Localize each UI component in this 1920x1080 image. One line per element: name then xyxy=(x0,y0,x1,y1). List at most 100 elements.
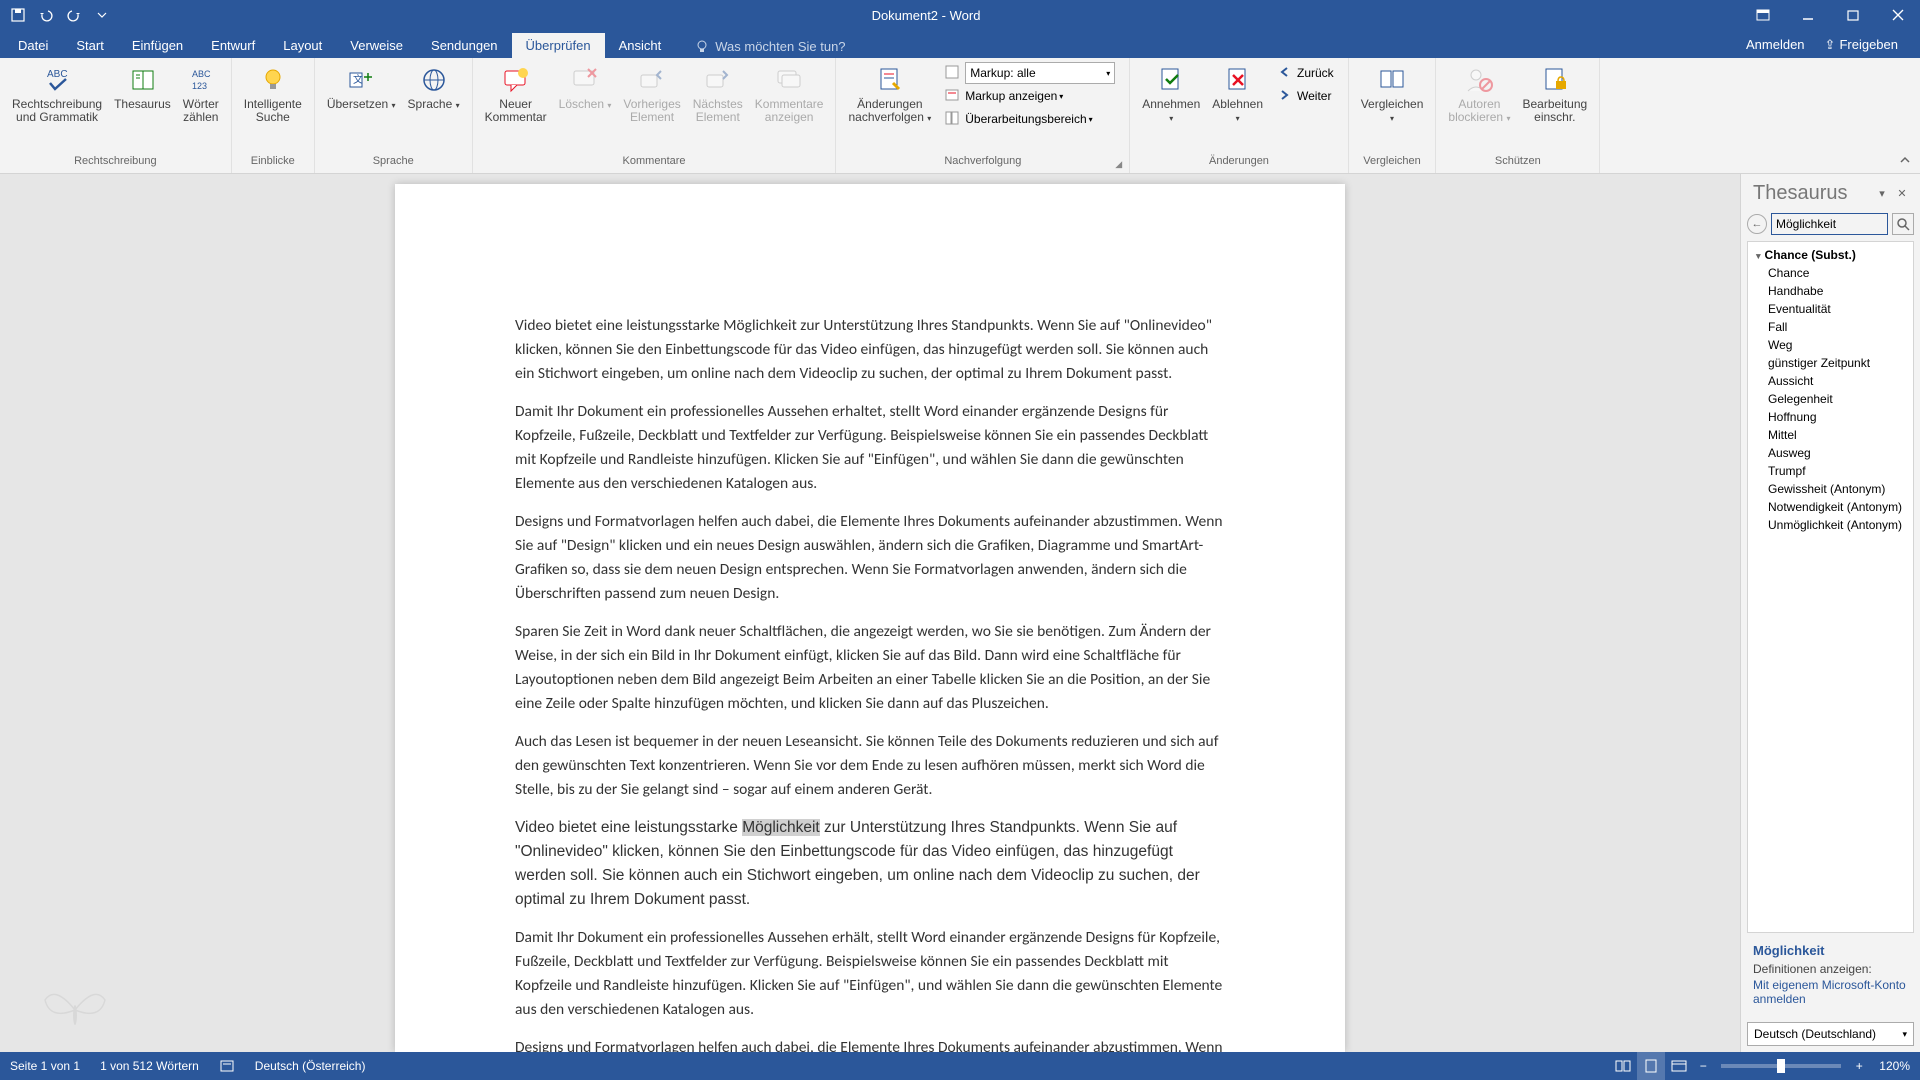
block-icon xyxy=(1463,64,1495,96)
paragraph[interactable]: Video bietet eine leistungsstarke Möglic… xyxy=(515,314,1225,386)
reviewing-pane-button[interactable]: Überarbeitungsbereich ▾ xyxy=(941,108,1119,130)
zoom-handle[interactable] xyxy=(1777,1059,1785,1073)
thesaurus-search-input[interactable]: Möglichkeit xyxy=(1771,213,1888,235)
tab-review[interactable]: Überprüfen xyxy=(512,33,605,58)
paragraph[interactable]: Damit Ihr Dokument ein professionelles A… xyxy=(515,400,1225,496)
wordcount-button[interactable]: ABC123 Wörter zählen xyxy=(177,62,225,153)
thesaurus-button[interactable]: Thesaurus xyxy=(108,62,177,153)
signin-link[interactable]: Anmelden xyxy=(1736,32,1815,58)
forward-button[interactable]: Weiter xyxy=(1273,85,1338,107)
reject-button[interactable]: Ablehnen▾ xyxy=(1206,62,1269,153)
search-icon[interactable] xyxy=(1892,213,1914,235)
pane-options-icon[interactable]: ▾ xyxy=(1874,186,1890,202)
accept-button[interactable]: Annehmen▾ xyxy=(1136,62,1206,153)
zoom-level[interactable]: 120% xyxy=(1869,1059,1920,1073)
qat-customize-icon[interactable] xyxy=(92,5,112,25)
thesaurus-item[interactable]: Unmöglichkeit (Antonym) xyxy=(1748,516,1913,534)
tab-mailings[interactable]: Sendungen xyxy=(417,33,512,58)
tab-insert[interactable]: Einfügen xyxy=(118,33,197,58)
tab-home[interactable]: Start xyxy=(62,33,117,58)
read-mode-icon[interactable] xyxy=(1609,1052,1637,1080)
tab-references[interactable]: Verweise xyxy=(336,33,417,58)
title-bar: Dokument2 - Word xyxy=(0,0,1920,30)
close-icon[interactable] xyxy=(1875,0,1920,30)
zoom-slider[interactable] xyxy=(1721,1064,1841,1068)
back-button[interactable]: Zurück xyxy=(1273,62,1338,84)
thesaurus-item[interactable]: Chance xyxy=(1748,264,1913,282)
spelling-button[interactable]: ABC Rechtschreibung und Grammatik xyxy=(6,62,108,153)
page[interactable]: Video bietet eine leistungsstarke Möglic… xyxy=(395,184,1345,1052)
thesaurus-item[interactable]: Aussicht xyxy=(1748,372,1913,390)
paragraph[interactable]: Damit Ihr Dokument ein professionelles A… xyxy=(515,926,1225,1022)
tab-layout[interactable]: Layout xyxy=(269,33,336,58)
track-changes-button[interactable]: Änderungen nachverfolgen ▾ xyxy=(842,62,937,153)
show-comments-icon xyxy=(773,64,805,96)
paragraph[interactable]: Video bietet eine leistungsstarke Möglic… xyxy=(515,816,1225,912)
zoom-in-button[interactable]: + xyxy=(1849,1059,1869,1073)
tracking-launcher-icon[interactable]: ◢ xyxy=(1115,159,1127,171)
tab-view[interactable]: Ansicht xyxy=(605,33,676,58)
page-indicator[interactable]: Seite 1 von 1 xyxy=(0,1052,90,1080)
share-link[interactable]: ⇪Freigeben xyxy=(1815,32,1908,58)
thesaurus-item[interactable]: Notwendigkeit (Antonym) xyxy=(1748,498,1913,516)
block-authors-button[interactable]: Autoren blockieren ▾ xyxy=(1442,62,1516,153)
proofing-icon[interactable] xyxy=(209,1052,245,1080)
restrict-editing-button[interactable]: Bearbeitung einschr. xyxy=(1516,62,1593,153)
language-button[interactable]: Sprache ▾ xyxy=(402,62,466,153)
thesaurus-item[interactable]: Gelegenheit xyxy=(1748,390,1913,408)
comment-icon xyxy=(500,64,532,96)
selected-word[interactable]: Möglichkeit xyxy=(742,819,820,836)
markup-dropdown[interactable]: Markup: alle▾ xyxy=(941,62,1119,84)
thesaurus-language-dropdown[interactable]: Deutsch (Deutschland)▾ xyxy=(1747,1022,1914,1046)
document-scroll[interactable]: Video bietet eine leistungsstarke Möglic… xyxy=(0,174,1740,1052)
smartlookup-button[interactable]: Intelligente Suche xyxy=(238,62,308,153)
print-layout-icon[interactable] xyxy=(1637,1052,1665,1080)
thesaurus-results[interactable]: Chance (Subst.) ChanceHandhabeEventualit… xyxy=(1747,241,1914,933)
prev-comment-button[interactable]: Vorheriges Element xyxy=(617,62,686,153)
word-count[interactable]: 1 von 512 Wörtern xyxy=(90,1052,209,1080)
show-comments-button[interactable]: Kommentare anzeigen xyxy=(749,62,830,153)
paragraph[interactable]: Sparen Sie Zeit in Word dank neuer Schal… xyxy=(515,620,1225,716)
thesaurus-item[interactable]: Weg xyxy=(1748,336,1913,354)
delete-comment-button[interactable]: Löschen ▾ xyxy=(553,62,618,153)
result-group-header[interactable]: Chance (Subst.) xyxy=(1748,246,1913,264)
pane-close-icon[interactable]: ✕ xyxy=(1894,186,1910,202)
group-compare: Vergleichen▾ Vergleichen xyxy=(1349,58,1437,173)
paragraph[interactable]: Auch das Lesen ist bequemer in der neuen… xyxy=(515,730,1225,802)
pane-back-icon[interactable]: ← xyxy=(1747,214,1767,234)
show-markup-button[interactable]: Markup anzeigen ▾ xyxy=(941,85,1119,107)
language-indicator[interactable]: Deutsch (Österreich) xyxy=(245,1052,376,1080)
zoom-out-button[interactable]: − xyxy=(1693,1059,1713,1073)
butterfly-watermark xyxy=(40,980,110,1040)
undo-icon[interactable] xyxy=(36,5,56,25)
compare-button[interactable]: Vergleichen▾ xyxy=(1355,62,1430,153)
signin-link[interactable]: Mit eigenem Microsoft-Konto anmelden xyxy=(1753,978,1908,1006)
thesaurus-item[interactable]: Ausweg xyxy=(1748,444,1913,462)
thesaurus-item[interactable]: Mittel xyxy=(1748,426,1913,444)
maximize-icon[interactable] xyxy=(1830,0,1875,30)
next-comment-button[interactable]: Nächstes Element xyxy=(687,62,749,153)
thesaurus-item[interactable]: günstiger Zeitpunkt xyxy=(1748,354,1913,372)
paragraph[interactable]: Designs und Formatvorlagen helfen auch d… xyxy=(515,1036,1225,1052)
tab-file[interactable]: Datei xyxy=(4,33,62,58)
thesaurus-item[interactable]: Hoffnung xyxy=(1748,408,1913,426)
new-comment-button[interactable]: Neuer Kommentar xyxy=(479,62,553,153)
tell-me-search[interactable]: Was möchten Sie tun? xyxy=(687,35,853,58)
collapse-ribbon-icon[interactable] xyxy=(1898,153,1914,169)
thesaurus-item[interactable]: Trumpf xyxy=(1748,462,1913,480)
thesaurus-item[interactable]: Handhabe xyxy=(1748,282,1913,300)
thesaurus-item[interactable]: Eventualität xyxy=(1748,300,1913,318)
web-layout-icon[interactable] xyxy=(1665,1052,1693,1080)
window-title: Dokument2 - Word xyxy=(112,8,1740,23)
tab-design[interactable]: Entwurf xyxy=(197,33,269,58)
thesaurus-item[interactable]: Fall xyxy=(1748,318,1913,336)
paragraph[interactable]: Designs und Formatvorlagen helfen auch d… xyxy=(515,510,1225,606)
thesaurus-item[interactable]: Gewissheit (Antonym) xyxy=(1748,480,1913,498)
redo-icon[interactable] xyxy=(64,5,84,25)
ribbon-display-icon[interactable] xyxy=(1740,0,1785,30)
save-icon[interactable] xyxy=(8,5,28,25)
track-icon xyxy=(874,64,906,96)
translate-button[interactable]: 文 Übersetzen ▾ xyxy=(321,62,402,153)
minimize-icon[interactable] xyxy=(1785,0,1830,30)
svg-text:文: 文 xyxy=(353,73,363,86)
